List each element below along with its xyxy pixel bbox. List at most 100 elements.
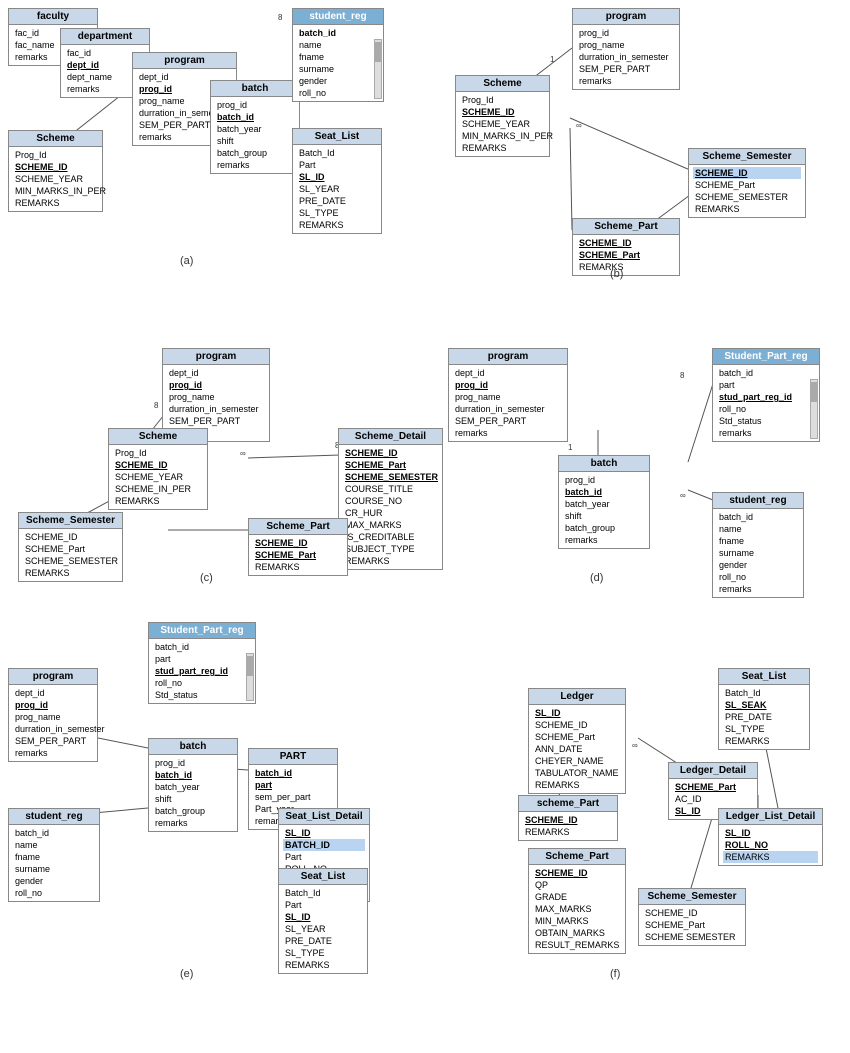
row: SCHEME SEMESTER xyxy=(643,931,741,943)
row: sem_per_part xyxy=(253,791,333,803)
row: batch_id xyxy=(13,827,95,839)
row: roll_no xyxy=(13,887,95,899)
row: REMARKS xyxy=(343,555,438,567)
table-scheme-b-header: Scheme xyxy=(456,76,549,92)
table-scheme-c: Scheme Prog_Id SCHEME_ID SCHEME_YEAR SCH… xyxy=(108,428,208,510)
row: shift xyxy=(153,793,233,805)
row: SL_ID xyxy=(533,707,621,719)
row: SEM_PER_PART xyxy=(167,415,265,427)
table-scheme-part-f-header: scheme_Part xyxy=(519,796,617,812)
table-student-reg-d: student_reg batch_id name fname surname … xyxy=(712,492,804,598)
row: REMARKS xyxy=(693,203,801,215)
row: Part xyxy=(297,159,377,171)
row: roll_no xyxy=(153,677,243,689)
table-seat-list-a: Seat_List Batch_Id Part SL_ID SL_YEAR PR… xyxy=(292,128,382,234)
row: prog_id xyxy=(167,379,265,391)
row: CHEYER_NAME xyxy=(533,755,621,767)
label-b: (b) xyxy=(610,268,623,280)
row: stud_part_reg_id xyxy=(153,665,243,677)
row: SL_ID xyxy=(283,827,365,839)
table-scheme-part-b-header: Scheme_Part xyxy=(573,219,679,235)
table-student-part-reg-d-header: Student_Part_reg xyxy=(713,349,819,365)
row: Std_status xyxy=(153,689,243,701)
row: SEM_PER_PART xyxy=(453,415,563,427)
table-scheme-c-header: Scheme xyxy=(109,429,207,445)
row: MIN_MARKS_IN_PER xyxy=(13,185,98,197)
svg-text:∞: ∞ xyxy=(576,121,582,130)
row: SUBJECT_TYPE xyxy=(343,543,438,555)
row: SCHEME_ID xyxy=(460,106,545,118)
row: SL_ID xyxy=(723,827,818,839)
row: OBTAIN_MARKS xyxy=(533,927,621,939)
row: roll_no xyxy=(297,87,371,99)
table-ledger-f-header: Ledger xyxy=(529,689,625,705)
table-scheme-semester-f-header: Scheme_Semester xyxy=(639,889,745,905)
row: Part xyxy=(283,899,363,911)
row: SL_YEAR xyxy=(297,183,377,195)
table-student-reg-a-header: student_reg xyxy=(293,9,383,25)
row: gender xyxy=(297,75,371,87)
row: SCHEME_ID xyxy=(533,719,621,731)
row: BATCH_ID xyxy=(283,839,365,851)
table-scheme-part-f: scheme_Part SCHEME_ID REMARKS xyxy=(518,795,618,841)
row: REMARKS xyxy=(297,219,377,231)
row: REMARKS xyxy=(723,735,805,747)
table-ledger-f: Ledger SL_ID SCHEME_ID SCHEME_Part ANN_D… xyxy=(528,688,626,794)
table-batch-d-header: batch xyxy=(559,456,649,472)
table-scheme-a-header: Scheme xyxy=(9,131,102,147)
label-c: (c) xyxy=(200,572,213,584)
row: batch_id xyxy=(297,27,371,39)
row: PRE_DATE xyxy=(297,195,377,207)
row: SCHEME_Part xyxy=(577,249,675,261)
table-scheme-detail-c-header: Scheme_Detail xyxy=(339,429,442,445)
row: prog_id xyxy=(453,379,563,391)
row: IS_CREDITABLE xyxy=(343,531,438,543)
table-program-d-header: program xyxy=(449,349,567,365)
row: name xyxy=(297,39,371,51)
row: dept_id xyxy=(453,367,563,379)
table-scheme-detail-c: Scheme_Detail SCHEME_ID SCHEME_Part SCHE… xyxy=(338,428,443,570)
row: SCHEME_SEMESTER xyxy=(23,555,118,567)
row: roll_no xyxy=(717,571,799,583)
row: remarks xyxy=(577,75,675,87)
row: REMARKS xyxy=(523,826,613,838)
row: name xyxy=(13,839,95,851)
row: PRE_DATE xyxy=(723,711,805,723)
row: prog_id xyxy=(215,99,295,111)
row: remarks xyxy=(153,817,233,829)
row: SCHEME_ID xyxy=(23,531,118,543)
table-scheme-a: Scheme Prog_Id SCHEME_ID SCHEME_YEAR MIN… xyxy=(8,130,103,212)
row: Part xyxy=(283,851,365,863)
row: Prog_Id xyxy=(13,149,98,161)
row: SEM_PER_PART xyxy=(577,63,675,75)
row: remarks xyxy=(717,427,807,439)
row: batch_year xyxy=(153,781,233,793)
row: gender xyxy=(717,559,799,571)
row: SCHEME_ID xyxy=(577,237,675,249)
table-seat-list-f: Seat_List Batch_Id SL_SEAK PRE_DATE SL_T… xyxy=(718,668,810,750)
row: prog_id xyxy=(563,474,645,486)
row: REMARKS xyxy=(460,142,545,154)
row: REMARKS xyxy=(23,567,118,579)
table-program-d: program dept_id prog_id prog_name durrat… xyxy=(448,348,568,442)
table-program-c-header: program xyxy=(163,349,269,365)
row: durration_in_semester xyxy=(13,723,93,735)
table-student-part-reg-d: Student_Part_reg batch_id part stud_part… xyxy=(712,348,820,442)
row: SCHEME_ID xyxy=(253,537,343,549)
row: prog_id xyxy=(577,27,675,39)
table-batch-a-header: batch xyxy=(211,81,299,97)
row: remarks xyxy=(717,583,799,595)
row: shift xyxy=(215,135,295,147)
row: REMARKS xyxy=(113,495,203,507)
row: SCHEME_Part xyxy=(673,781,753,793)
table-program-e-header: program xyxy=(9,669,97,685)
row: SCHEME_SEMESTER xyxy=(343,471,438,483)
row: fname xyxy=(297,51,371,63)
row: SCHEME_ID xyxy=(533,867,621,879)
row: roll_no xyxy=(717,403,807,415)
row: batch_id xyxy=(563,486,645,498)
svg-text:∞: ∞ xyxy=(632,741,638,750)
row: batch_group xyxy=(563,522,645,534)
table-batch-e: batch prog_id batch_id batch_year shift … xyxy=(148,738,238,832)
row: Std_status xyxy=(717,415,807,427)
